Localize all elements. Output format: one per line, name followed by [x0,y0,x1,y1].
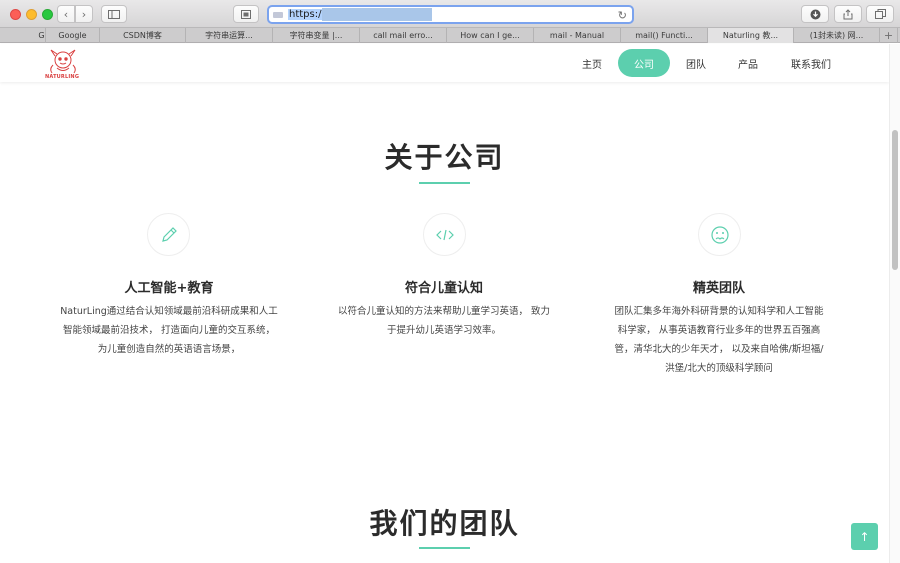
browser-tab[interactable]: 字符串变量 |... [273,28,360,43]
chevron-left-icon: ‹ [63,7,69,21]
nav-home[interactable]: 主页 [572,49,612,77]
feature-description: 以符合儿童认知的方法来帮助儿童学习英语， 致力 于提升幼儿英语学习效率。 [337,306,551,336]
sidebar-button[interactable] [101,5,127,23]
close-window-button[interactable] [10,9,21,20]
nav-contact[interactable]: 联系我们 [784,49,838,77]
browser-tab[interactable]: How can I ge... [447,28,534,43]
reload-icon[interactable]: ↻ [618,9,627,22]
feature-icon-circle [698,213,741,256]
url-redacted [322,8,433,21]
page-scrollbar[interactable] [889,44,900,563]
tabs-icon [874,9,886,19]
pencil-icon [161,226,177,242]
team-section-title: 我们的团队 [369,507,520,540]
browser-tab[interactable]: G [0,28,46,43]
back-button[interactable]: ‹ [57,5,75,23]
downloads-button[interactable] [801,5,829,23]
browser-tab[interactable]: CSDN博客 [100,28,186,43]
about-title-underline [419,182,470,184]
minimize-window-button[interactable] [26,9,37,20]
browser-tab[interactable]: call mail erro... [360,28,447,43]
feature-title: 人工智能+教育 [124,281,214,296]
feature-description: NaturLing通过结合认知领域最前沿科研成果和人工 智能领域最前沿技术， 打… [60,306,278,355]
browser-tab[interactable]: mail() Functi... [621,28,708,43]
feature-title: 精英团队 [692,281,745,296]
team-title-underline [419,547,470,549]
nav-team[interactable]: 团队 [676,49,716,77]
logo-text: NATURLING [45,74,80,80]
back-to-top-button[interactable]: ↑ [851,523,878,550]
code-icon [435,229,454,240]
forward-button[interactable]: › [75,5,93,23]
share-icon [843,8,853,19]
feature-title: 符合儿童认知 [404,281,483,296]
arrow-up-icon: ↑ [859,529,870,544]
share-button[interactable] [834,5,862,23]
browser-tab[interactable]: mail - Manual [534,28,621,43]
zoom-window-button[interactable] [42,9,53,20]
sidebar-icon [108,9,120,19]
chevron-right-icon: › [81,7,87,21]
reader-icon [241,9,251,19]
browser-toolbar: ‹ › https:/ ↻ [0,0,900,28]
browser-tab[interactable]: 字符串运算... [186,28,273,43]
browser-tab[interactable]: Google [46,28,100,43]
feature-icon-circle [147,213,190,256]
face-icon [710,225,729,244]
tab-overview-button[interactable] [866,5,894,23]
feature-icon-circle [423,213,466,256]
about-section-title: 关于公司 [384,141,505,174]
address-bar[interactable]: https:/ ↻ [267,5,634,24]
scrollbar-thumb[interactable] [892,130,898,270]
reader-button[interactable] [233,5,259,23]
tab-bar: G Google CSDN博客 字符串运算... 字符串变量 |... call… [0,28,900,43]
url-text: https:/ [288,9,323,20]
new-tab-button[interactable]: + [880,28,898,43]
nav-company[interactable]: 公司 [618,49,670,77]
feature-description: 团队汇集多年海外科研背景的认知科学和人工智能 科学家， 从事英语教育行业多年的世… [614,306,824,374]
download-icon [810,9,820,19]
site-header: NATURLING 主页 公司 团队 产品 联系我们 [0,44,889,82]
site-favicon-icon [273,11,283,18]
browser-tab[interactable]: (1封未读) 网... [794,28,880,43]
browser-tab-active[interactable]: Naturling 教... [708,28,794,43]
nav-products[interactable]: 产品 [728,49,768,77]
